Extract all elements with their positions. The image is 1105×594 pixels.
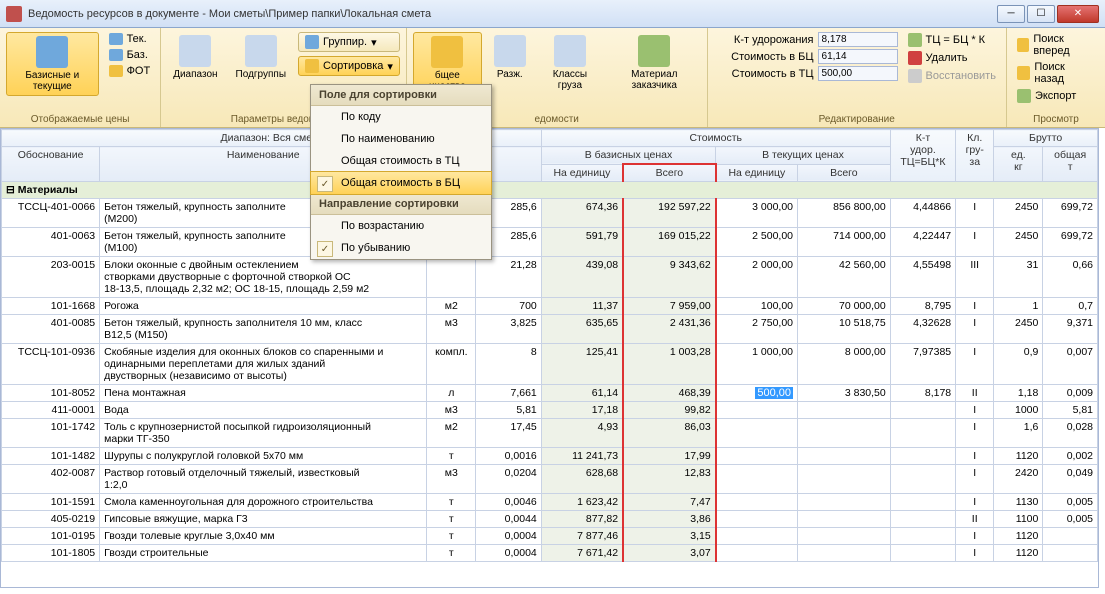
export-icon xyxy=(1017,89,1031,103)
ribbon: Базисные и текущие Тек. Баз. ФОТ Отображ… xyxy=(0,28,1105,128)
minimize-button[interactable]: ─ xyxy=(997,5,1025,23)
maximize-button[interactable]: ☐ xyxy=(1027,5,1055,23)
restore-icon xyxy=(908,69,922,83)
sort-button[interactable]: Сортировка ▾ xyxy=(298,56,400,76)
podgruppy-button[interactable]: Подгруппы xyxy=(230,32,292,83)
sort-desc[interactable]: ✓По убыванию xyxy=(311,237,491,259)
sort-by-tc-total[interactable]: Общая стоимость в ТЦ xyxy=(311,150,491,172)
range-icon xyxy=(179,35,211,67)
class-icon xyxy=(554,35,586,67)
table-row[interactable]: 402-0087Раствор готовый отделочный тяжел… xyxy=(2,465,1098,494)
table-row[interactable]: 101-1805Гвозди строительныет0,00047 671,… xyxy=(2,545,1098,562)
subgroup-icon xyxy=(245,35,277,67)
search-fwd-button[interactable]: Поиск вперед xyxy=(1013,32,1099,58)
prices-big-button[interactable]: Базисные и текущие xyxy=(6,32,99,96)
baz-button[interactable]: Баз. xyxy=(105,48,155,62)
table-row[interactable]: 101-1742Толь с крупнозернистой посыпкой … xyxy=(2,419,1098,448)
delete-icon xyxy=(908,51,922,65)
check-icon: ✓ xyxy=(317,176,333,192)
tek-icon xyxy=(109,33,123,45)
sort-by-name[interactable]: По наименованию xyxy=(311,128,491,150)
sort-by-code[interactable]: По коду xyxy=(311,106,491,128)
tek-button[interactable]: Тек. xyxy=(105,32,155,46)
sort-field-header: Поле для сортировки xyxy=(311,85,491,106)
stc-input[interactable] xyxy=(818,66,898,81)
table-row[interactable]: ТССЦ-401-0066Бетон тяжелый, крупность за… xyxy=(2,199,1098,228)
app-icon xyxy=(6,6,22,22)
gruppir-button[interactable]: Группир. ▾ xyxy=(298,32,400,52)
sort-dir-header: Направление сортировки xyxy=(311,194,491,215)
fot-button[interactable]: ФОТ xyxy=(105,64,155,78)
export-button[interactable]: Экспорт xyxy=(1013,88,1099,104)
fot-icon xyxy=(109,65,123,77)
sort-by-bc-total[interactable]: ✓Общая стоимость в БЦ xyxy=(310,171,492,195)
group-icon xyxy=(305,35,319,49)
check-icon: ✓ xyxy=(317,241,333,257)
total-icon xyxy=(431,36,463,68)
diapazon-button[interactable]: Диапазон xyxy=(167,32,223,83)
tc-formula-button[interactable]: ТЦ = БЦ * К xyxy=(904,32,1000,48)
material-icon xyxy=(638,35,670,67)
delete-button[interactable]: Удалить xyxy=(904,50,1000,66)
formula-icon xyxy=(908,33,922,47)
material-button[interactable]: Материал заказчика xyxy=(608,32,700,94)
search-fwd-icon xyxy=(1017,38,1029,52)
search-bwd-button[interactable]: Поиск назад xyxy=(1013,60,1099,86)
search-bwd-icon xyxy=(1017,66,1030,80)
data-grid[interactable]: Диапазон: Вся смета Стоимость К-т удор. … xyxy=(0,128,1099,588)
baz-icon xyxy=(109,49,123,61)
sort-dropdown-menu: Поле для сортировки По коду По наименова… xyxy=(310,84,492,260)
klassy-button[interactable]: Классы груза xyxy=(538,32,602,94)
close-button[interactable]: ✕ xyxy=(1057,5,1099,23)
table-row[interactable]: 101-1668Рогожам270011,377 959,00100,0070… xyxy=(2,298,1098,315)
sbc-input[interactable] xyxy=(818,49,898,64)
sort-icon xyxy=(305,59,319,73)
window-title: Ведомость ресурсов в документе - Мои сме… xyxy=(28,8,997,20)
table-row[interactable]: 203-0015Блоки оконные с двойным остеклен… xyxy=(2,257,1098,298)
table-row[interactable]: 101-1482Шурупы с полукруглой головкой 5х… xyxy=(2,448,1098,465)
sort-asc[interactable]: По возрастанию xyxy=(311,215,491,237)
restore-button[interactable]: Восстановить xyxy=(904,68,1000,84)
titlebar: Ведомость ресурсов в документе - Мои сме… xyxy=(0,0,1105,28)
table-row[interactable]: 405-0219Гипсовые вяжущие, марка Г3т0,004… xyxy=(2,511,1098,528)
table-row[interactable]: 411-0001Водам35,8117,1899,82I10005,81 xyxy=(2,402,1098,419)
kt-input[interactable] xyxy=(818,32,898,47)
table-row[interactable]: 101-1591Смола каменноугольная для дорожн… xyxy=(2,494,1098,511)
table-row[interactable]: 101-0195Гвозди толевые круглые 3,0х40 мм… xyxy=(2,528,1098,545)
table-row[interactable]: 101-8052Пена монтажнаял7,66161,14468,395… xyxy=(2,385,1098,402)
collapse-icon xyxy=(494,35,526,67)
group-row[interactable]: ⊟ Материалы xyxy=(2,182,1098,199)
table-row[interactable]: 401-0085Бетон тяжелый, крупность заполни… xyxy=(2,315,1098,344)
prices-icon xyxy=(36,36,68,68)
table-row[interactable]: ТССЦ-101-0936Скобяные изделия для оконны… xyxy=(2,344,1098,385)
table-row[interactable]: 401-0063Бетон тяжелый, крупность заполни… xyxy=(2,228,1098,257)
razzh-button[interactable]: Разж. xyxy=(488,32,532,83)
